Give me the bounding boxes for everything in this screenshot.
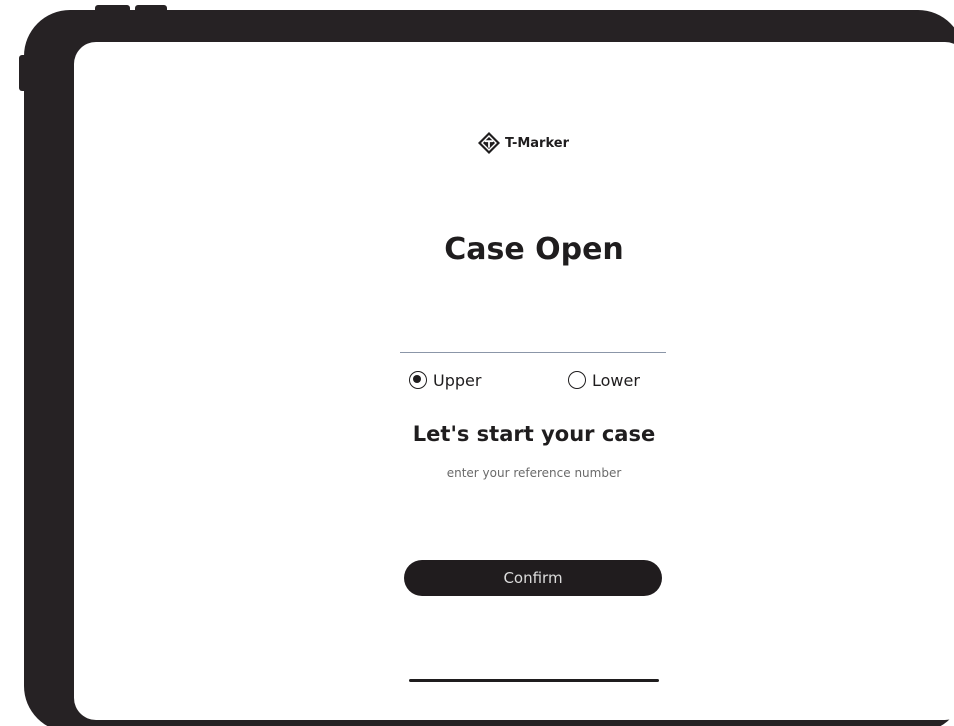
brand-header: T-Marker [477, 131, 569, 155]
radio-upper-label: Upper [433, 370, 482, 390]
app-screen: T-Marker Case Open Upper Lower Let's sta… [74, 42, 954, 720]
home-indicator[interactable] [409, 679, 659, 682]
section-heading: Let's start your case [412, 422, 656, 446]
divider [400, 352, 666, 353]
confirm-button[interactable]: Confirm [404, 560, 662, 596]
t-marker-logo-icon [478, 132, 500, 154]
radio-unchecked-icon[interactable] [568, 371, 586, 389]
stage: T-Marker Case Open Upper Lower Let's sta… [0, 0, 954, 726]
page-title: Case Open [444, 232, 624, 267]
section-subtext: enter your reference number [446, 466, 622, 480]
brand-name: T-Marker [505, 135, 569, 151]
radio-checked-icon[interactable] [409, 371, 427, 389]
radio-upper[interactable]: Upper [409, 369, 481, 391]
tablet-frame: T-Marker Case Open Upper Lower Let's sta… [24, 10, 954, 726]
radio-lower[interactable]: Lower [568, 369, 640, 391]
radio-lower-label: Lower [592, 370, 640, 390]
